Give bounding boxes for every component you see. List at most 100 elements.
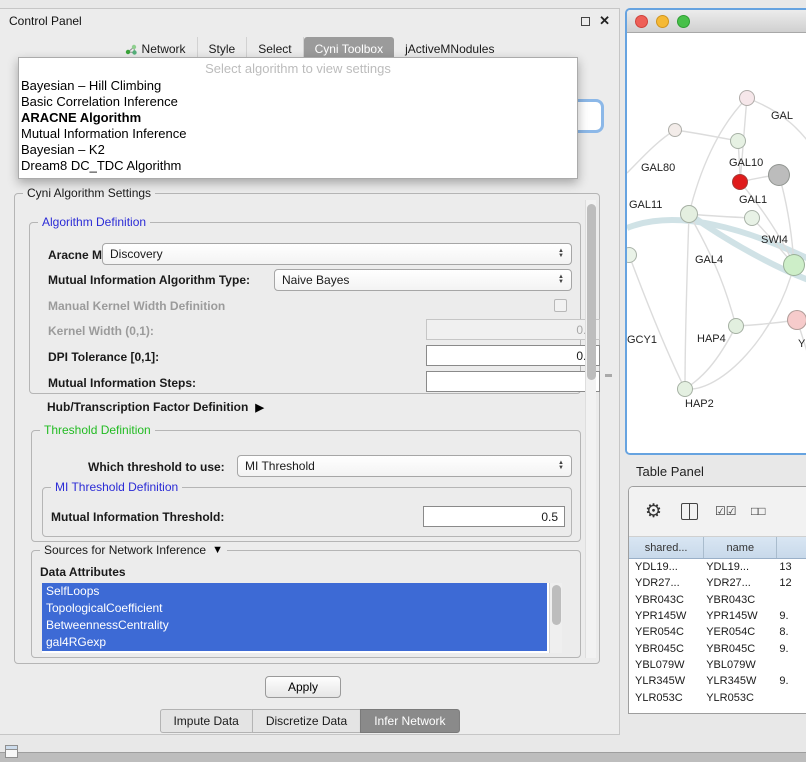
hub-transcription-factor-section[interactable]: Hub/Transcription Factor Definition ▶ bbox=[47, 400, 264, 414]
table-cell: 9. bbox=[777, 610, 806, 622]
algorithm-popup-item[interactable]: Bayesian – K2 bbox=[19, 142, 577, 158]
manual-kernel-checkbox[interactable] bbox=[554, 299, 567, 312]
network-node-label: SWI4 bbox=[761, 234, 788, 246]
network-node[interactable] bbox=[783, 254, 805, 276]
data-attribute-item[interactable]: BetweennessCentrality bbox=[42, 617, 547, 634]
table-cell: YER054C bbox=[704, 626, 777, 638]
minimize-traffic-light[interactable] bbox=[656, 15, 669, 28]
tab-infer-network[interactable]: Infer Network bbox=[360, 709, 459, 733]
algorithm-definition-title: Algorithm Definition bbox=[38, 215, 150, 229]
settings-group-title: Cyni Algorithm Settings bbox=[23, 186, 155, 200]
tab-label: Network bbox=[142, 42, 186, 56]
mi-type-select[interactable]: Naive Bayes ▲▼ bbox=[274, 269, 572, 291]
table-cell: YLR345W bbox=[704, 675, 777, 687]
attributes-scrollbar-thumb[interactable] bbox=[552, 585, 561, 625]
table-cell: YBR045C bbox=[629, 643, 704, 655]
table-row[interactable]: YLR053CYLR053C bbox=[629, 689, 806, 705]
kernel-width-input[interactable]: 0.0 bbox=[426, 319, 600, 340]
close-traffic-light[interactable] bbox=[635, 15, 648, 28]
gear-icon[interactable]: ⚙ bbox=[645, 500, 662, 523]
network-node-label: GAL11 bbox=[629, 199, 662, 211]
network-node[interactable] bbox=[768, 164, 790, 186]
network-node[interactable] bbox=[732, 174, 748, 190]
float-window-icon[interactable] bbox=[581, 17, 590, 26]
select-all-icon[interactable]: ☑☑ bbox=[715, 504, 737, 518]
table-cell: 13 bbox=[777, 561, 806, 573]
table-row[interactable]: YLR345WYLR345W9. bbox=[629, 673, 806, 689]
which-threshold-label: Which threshold to use: bbox=[88, 460, 225, 474]
collapsed-arrow-icon: ▶ bbox=[255, 401, 263, 414]
table-row[interactable]: YER054CYER054C8. bbox=[629, 624, 806, 640]
mi-threshold-label: Mutual Information Threshold: bbox=[51, 510, 224, 524]
network-node-label: HAP2 bbox=[685, 398, 714, 410]
which-threshold-select[interactable]: MI Threshold ▲▼ bbox=[237, 455, 572, 477]
table-cell: YLR053C bbox=[704, 692, 777, 704]
apply-button[interactable]: Apply bbox=[265, 676, 341, 698]
table-header: shared... name bbox=[629, 537, 806, 559]
tab-discretize-data[interactable]: Discretize Data bbox=[252, 709, 360, 733]
data-attribute-item[interactable]: gal4RGexp bbox=[42, 634, 547, 651]
data-attribute-item[interactable]: SelfLoops bbox=[42, 583, 547, 600]
table-cell: YER054C bbox=[629, 626, 704, 638]
combo-arrows-icon: ▲▼ bbox=[558, 249, 564, 259]
mi-threshold-input[interactable]: 0.5 bbox=[423, 506, 565, 527]
table-row[interactable]: YDR27...YDR27...12 bbox=[629, 575, 806, 591]
network-node[interactable] bbox=[787, 310, 806, 330]
kernel-width-label: Kernel Width (0,1): bbox=[48, 324, 154, 338]
close-icon[interactable]: ✕ bbox=[599, 16, 610, 26]
data-attribute-item[interactable]: TopologicalCoefficient bbox=[42, 600, 547, 617]
settings-scrollbar[interactable] bbox=[585, 200, 596, 658]
column-header-cut[interactable] bbox=[777, 537, 806, 558]
table-row[interactable]: YBR045CYBR045C9. bbox=[629, 640, 806, 656]
zoom-traffic-light[interactable] bbox=[677, 15, 690, 28]
table-panel-window: ⚙ ☑☑ □□ shared... name YDL19...YDL19...1… bbox=[628, 486, 806, 714]
sources-title: Sources for Network Inference bbox=[44, 543, 206, 557]
network-node-label: HAP4 bbox=[697, 333, 726, 345]
mi-type-label: Mutual Information Algorithm Type: bbox=[48, 273, 250, 287]
table-cell: YBR043C bbox=[704, 594, 777, 606]
table-cell: YDL19... bbox=[704, 561, 777, 573]
network-node-label: GAL1 bbox=[739, 194, 767, 206]
sources-section-header[interactable]: Sources for Network Inference ▼ bbox=[44, 543, 223, 557]
threshold-definition-group: Threshold Definition Which threshold to … bbox=[31, 430, 581, 542]
network-node[interactable] bbox=[668, 123, 682, 137]
aracne-mode-select[interactable]: Discovery ▲▼ bbox=[102, 243, 572, 265]
table-cell: YLR345W bbox=[629, 675, 704, 687]
dpi-tolerance-input[interactable]: 0.0 bbox=[426, 345, 600, 366]
minimized-panel-icon[interactable] bbox=[5, 745, 18, 758]
algorithm-dropdown-popup: Select algorithm to view settings Bayesi… bbox=[18, 57, 578, 179]
tab-impute-data[interactable]: Impute Data bbox=[159, 709, 251, 733]
network-node[interactable] bbox=[730, 133, 746, 149]
network-canvas[interactable]: GALGAL80GAL10GAL11GAL1SWI4GAL4GCY1HAP4HA… bbox=[627, 33, 806, 454]
table-row[interactable]: YPR145WYPR145W9. bbox=[629, 608, 806, 624]
algorithm-popup-item[interactable]: Mutual Information Inference bbox=[19, 126, 577, 142]
network-node[interactable] bbox=[677, 381, 693, 397]
tab-label: jActiveMNodules bbox=[405, 42, 494, 56]
data-attributes-items: SelfLoopsTopologicalCoefficientBetweenne… bbox=[42, 583, 562, 651]
network-node[interactable] bbox=[744, 210, 760, 226]
table-row[interactable]: YDL19...YDL19...13 bbox=[629, 559, 806, 575]
attributes-scrollbar[interactable] bbox=[549, 583, 562, 653]
columns-icon[interactable] bbox=[681, 503, 698, 520]
network-node[interactable] bbox=[739, 90, 755, 106]
network-node[interactable] bbox=[680, 205, 698, 223]
threshold-definition-title: Threshold Definition bbox=[40, 423, 155, 437]
algorithm-popup-item[interactable]: Bayesian – Hill Climbing bbox=[19, 78, 577, 94]
algorithm-popup-item[interactable]: Dream8 DC_TDC Algorithm bbox=[19, 158, 577, 174]
table-row[interactable]: YBL079WYBL079W bbox=[629, 657, 806, 673]
data-attributes-list[interactable]: SelfLoopsTopologicalCoefficientBetweenne… bbox=[42, 583, 562, 653]
algorithm-popup-item[interactable]: Basic Correlation Inference bbox=[19, 94, 577, 110]
table-cell: YBR045C bbox=[704, 643, 777, 655]
table-row[interactable]: YBR043CYBR043C bbox=[629, 592, 806, 608]
network-tab-icon bbox=[125, 43, 137, 55]
column-header-name[interactable]: name bbox=[704, 537, 777, 558]
algorithm-popup-item[interactable]: ARACNE Algorithm bbox=[19, 110, 577, 126]
table-cell: YPR145W bbox=[704, 610, 777, 622]
panel-splitter-handle[interactable] bbox=[605, 374, 612, 377]
column-header-shared[interactable]: shared... bbox=[629, 537, 704, 558]
deselect-all-icon[interactable]: □□ bbox=[751, 504, 766, 518]
settings-scrollbar-thumb[interactable] bbox=[587, 204, 596, 380]
table-cell: YDR27... bbox=[704, 577, 777, 589]
mi-steps-input[interactable]: 6 bbox=[426, 371, 600, 392]
network-node[interactable] bbox=[728, 318, 744, 334]
